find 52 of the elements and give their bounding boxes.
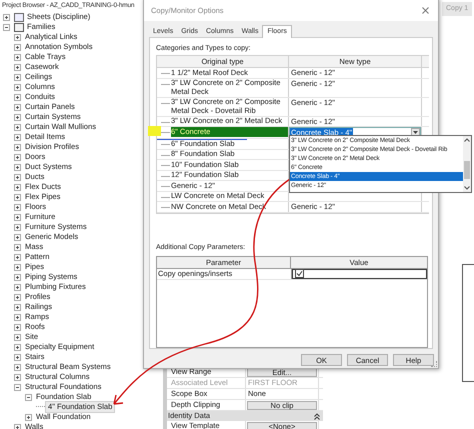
- expand-icon[interactable]: [14, 194, 21, 200]
- scroll-thumb[interactable]: [464, 161, 470, 179]
- scroll-down-icon[interactable]: [464, 186, 470, 190]
- expand-icon[interactable]: [14, 44, 21, 50]
- expand-icon[interactable]: [14, 144, 21, 150]
- expand-icon[interactable]: [14, 424, 21, 429]
- expand-icon[interactable]: [14, 204, 21, 210]
- collapse-icon[interactable]: [25, 394, 32, 400]
- expand-icon[interactable]: [14, 154, 21, 160]
- expand-icon[interactable]: [14, 224, 21, 230]
- highlighter-mark: [148, 126, 161, 136]
- expand-icon[interactable]: [14, 314, 21, 320]
- scrollbar[interactable]: [463, 136, 471, 192]
- expand-icon[interactable]: [14, 294, 21, 300]
- expand-icon[interactable]: [14, 274, 21, 280]
- expand-icon[interactable]: [14, 104, 21, 110]
- expand-icon[interactable]: [14, 164, 21, 170]
- expand-icon[interactable]: [25, 414, 32, 420]
- expand-icon[interactable]: [14, 354, 21, 360]
- checkbox[interactable]: [295, 269, 304, 278]
- resize-grip-icon[interactable]: [431, 361, 437, 367]
- family-icon: [14, 22, 24, 32]
- expand-icon[interactable]: [14, 284, 21, 290]
- expand-icon[interactable]: [14, 174, 21, 180]
- expand-icon[interactable]: [14, 234, 21, 240]
- expand-icon[interactable]: [14, 364, 21, 370]
- expand-icon[interactable]: [14, 74, 21, 80]
- expand-icon[interactable]: [14, 374, 21, 380]
- expand-icon[interactable]: [14, 264, 21, 270]
- expand-icon[interactable]: [14, 84, 21, 90]
- expand-icon[interactable]: [14, 124, 21, 130]
- expand-icon[interactable]: [14, 94, 21, 100]
- collapse-icon[interactable]: [3, 24, 10, 30]
- expand-icon[interactable]: [14, 214, 21, 220]
- expand-icon[interactable]: [14, 344, 21, 350]
- expand-icon[interactable]: [14, 184, 21, 190]
- expand-icon[interactable]: [14, 334, 21, 340]
- expand-icon[interactable]: [14, 114, 21, 120]
- expand-icon[interactable]: [14, 54, 21, 60]
- close-icon[interactable]: [422, 6, 429, 14]
- collapse-icon[interactable]: [14, 384, 21, 390]
- sheets-icon: [14, 12, 24, 22]
- chevron-icon[interactable]: [314, 412, 320, 420]
- expand-icon[interactable]: [14, 324, 21, 330]
- scroll-up-icon[interactable]: [464, 138, 470, 142]
- expand-icon[interactable]: [14, 254, 21, 260]
- expand-icon[interactable]: [14, 304, 21, 310]
- expand-icon[interactable]: [14, 244, 21, 250]
- expand-icon[interactable]: [14, 64, 21, 70]
- expand-icon[interactable]: [14, 34, 21, 40]
- expand-icon[interactable]: [14, 134, 21, 140]
- expand-icon[interactable]: [3, 14, 10, 20]
